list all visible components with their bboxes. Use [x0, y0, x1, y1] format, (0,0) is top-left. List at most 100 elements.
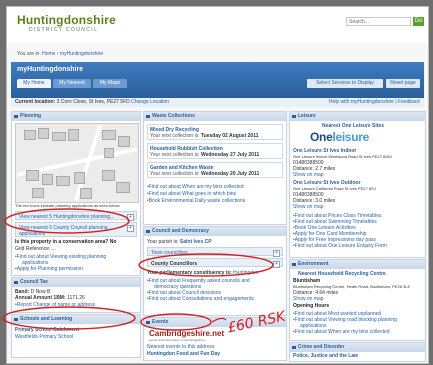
environment-panel: Environment Nearest Household Recycling … — [289, 259, 426, 341]
dashboard-title: myHuntingdonshire — [17, 66, 84, 73]
event-title[interactable]: Huntingdon Food and Fun Day — [147, 351, 220, 357]
tab-my-home[interactable]: My Home — [17, 79, 51, 88]
annual-value: 1171.26 — [67, 295, 85, 301]
events-panel: Events Cambridgeshire.net events and inf… — [143, 317, 287, 361]
constituency-text: Your parliamentary constituency is: Hunt… — [147, 270, 259, 276]
environment-header[interactable]: Environment — [290, 260, 425, 269]
map-building — [56, 176, 70, 186]
map-caption: The red Icons indicate planning applicat… — [15, 203, 120, 208]
democracy-panel: Council and Democracy Your parish is: Sa… — [143, 226, 287, 316]
link-consultations[interactable]: Find out about Consultations and engagem… — [147, 296, 254, 302]
map-building — [102, 130, 116, 140]
map-building — [116, 182, 130, 193]
breadcrumb-home-link[interactable]: Home — [42, 51, 55, 57]
crime-panel: Crime and Disorder Police, Justice and t… — [289, 342, 426, 362]
map-building — [102, 170, 115, 181]
democracy-header[interactable]: Council and Democracy — [144, 227, 286, 236]
breadcrumb-prefix: You are in: — [17, 51, 41, 57]
waste-next-date: Wednesday 20 July 2011 — [200, 171, 260, 177]
search-go-button[interactable]: Go — [413, 17, 424, 26]
schools-header[interactable]: Schools and Learning — [12, 315, 140, 324]
oneleisure-logo[interactable]: Oneleisure — [310, 130, 369, 144]
map-building — [26, 170, 39, 181]
parish-text: Your parish is: Saint Ives CP — [147, 239, 212, 245]
help-feedback-link[interactable]: Help with myHuntingdonshire | Feedback — [329, 99, 420, 105]
leisure-show-map-link[interactable]: Show on map — [293, 172, 324, 178]
site-logo-subtitle: DISTRICT COUNCIL — [29, 27, 99, 33]
breadcrumb: You are in: Home › myHuntingdonshire — [17, 51, 103, 57]
breadcrumb-separator: › — [56, 51, 59, 57]
link-enquiry-form[interactable]: Find out about One Leisure Enquiry Form — [293, 243, 387, 249]
primary-catchment: Primary School Catchment — [15, 327, 79, 333]
accordion-huntingdonshire-planning[interactable]: View nearest 5 Huntingdonshire planning.… — [15, 211, 137, 221]
expand-icon[interactable]: + — [273, 261, 280, 268]
map-building — [80, 188, 92, 199]
planning-panel: Planning The red Icons indicate planning… — [11, 111, 141, 255]
cambridgeshire-net-logo[interactable]: Cambridgeshire.net events and informatio… — [149, 329, 224, 342]
map-building — [42, 174, 53, 185]
parish-label: Your parish is: — [147, 239, 179, 245]
change-location-link[interactable]: Change Location — [131, 99, 169, 105]
site-logo[interactable]: Huntingdonshire — [17, 13, 116, 27]
waste-next-label: Your next collection is: — [150, 171, 200, 177]
breadcrumb-current[interactable]: myHuntingdonshire — [60, 51, 103, 57]
link-bins-collected[interactable]: Find out about When are my bins collecte… — [147, 184, 244, 190]
waste-next-date: Tuesday 02 August 2011 — [200, 133, 259, 139]
oneleisure-one: One — [310, 130, 333, 144]
planning-panel-header[interactable]: Planning — [12, 112, 140, 121]
reset-page-button[interactable]: Reset page — [386, 79, 420, 88]
link-book-collection[interactable]: Book Environmental Dally waste collectio… — [147, 198, 245, 204]
site-header: Huntingdonshire DISTRICT COUNCIL Search.… — [7, 7, 428, 43]
expand-icon[interactable]: + — [127, 214, 134, 221]
map-building — [104, 148, 114, 158]
opening-hours-label: Opening Hours — [293, 303, 330, 309]
tab-my-maps[interactable]: My Maps — [93, 79, 127, 88]
link-which-bins[interactable]: Find out about What goes in which bins — [147, 191, 236, 197]
cambs-brand-sub: events and information in Cambridgeshire — [149, 338, 205, 342]
town-councillors-label: Town councillors — [151, 250, 188, 256]
link-apply-planning[interactable]: Apply for Planning permission — [15, 266, 83, 272]
leisure-panel: Leisure Nearest One Leisure Sites Onelei… — [289, 111, 426, 258]
waste-header[interactable]: Waste Collections — [144, 112, 286, 121]
leisure-header[interactable]: Leisure — [290, 112, 425, 121]
crime-header[interactable]: Crime and Disorder — [290, 343, 425, 352]
waste-item-household: Household Rubbish Collection Your next c… — [147, 143, 283, 159]
waste-item-recycling: Mixed Dry Recycling Your next collection… — [147, 124, 283, 140]
council-tax-header[interactable]: Council Tax — [12, 278, 140, 287]
select-services-button[interactable]: Select Services to Display — [307, 79, 383, 88]
search-input[interactable]: Search... — [346, 17, 411, 26]
link-report-change[interactable]: Report Change of name or address — [15, 302, 95, 308]
recycling-show-map-link[interactable]: Show on map — [293, 296, 324, 302]
leisure-show-map-link[interactable]: Show on map — [293, 204, 324, 210]
waste-item-garden: Garden and Kitchen Waste Your next colle… — [147, 162, 283, 178]
tab-my-nearest[interactable]: My Nearest — [53, 79, 91, 88]
county-councillors-label: County Councillors — [151, 261, 198, 267]
parish-value[interactable]: Saint Ives CP — [180, 239, 212, 245]
crime-sub: Police, Justice and the Law — [293, 353, 359, 359]
dashboard-bar: myHuntingdonshire My Home My Nearest My … — [11, 62, 424, 98]
waste-next-date: Wednesday 27 July 2011 — [200, 152, 260, 158]
link-bins-collected-env[interactable]: Find out about When are my bins collecte… — [293, 329, 390, 335]
waste-panel: Waste Collections Mixed Dry Recycling Yo… — [143, 111, 287, 225]
expand-icon[interactable]: + — [127, 225, 134, 232]
annual-label: Annual Amount 1BM: — [15, 295, 66, 301]
primary-school-link[interactable]: Westfields Primary School — [15, 334, 73, 340]
waste-next-label: Your next collection is: — [150, 133, 200, 139]
accordion-county-councillors[interactable]: County Councillors + — [147, 258, 283, 268]
accordion-town-councillors[interactable]: Town councillors + — [147, 247, 283, 257]
page-frame: Huntingdonshire DISTRICT COUNCIL Search.… — [6, 6, 429, 364]
planning-map[interactable] — [15, 123, 139, 203]
accordion-county-planning[interactable]: View nearest 5 County Council planning a… — [15, 222, 137, 237]
accordion-huntingdonshire-label: View nearest 5 Huntingdonshire planning.… — [19, 214, 115, 220]
map-building — [118, 136, 130, 147]
constituency-value[interactable]: Huntingdon — [233, 270, 259, 276]
council-tax-annual: Annual Amount 1BM: 1171.26 — [15, 295, 85, 301]
expand-icon[interactable]: + — [273, 250, 280, 257]
events-header[interactable]: Events — [144, 318, 286, 327]
recycling-centre-header: Nearest Household Recycling Centre — [298, 271, 386, 277]
location-bar: Current location: 3 Corn Close, St Ives,… — [11, 98, 424, 107]
nearest-events-link[interactable]: Nearest events to this address — [147, 344, 215, 350]
map-building — [68, 129, 79, 141]
waste-next-label: Your next collection is: — [150, 152, 200, 158]
cambs-brand: Cambridgeshire.net — [149, 329, 225, 338]
